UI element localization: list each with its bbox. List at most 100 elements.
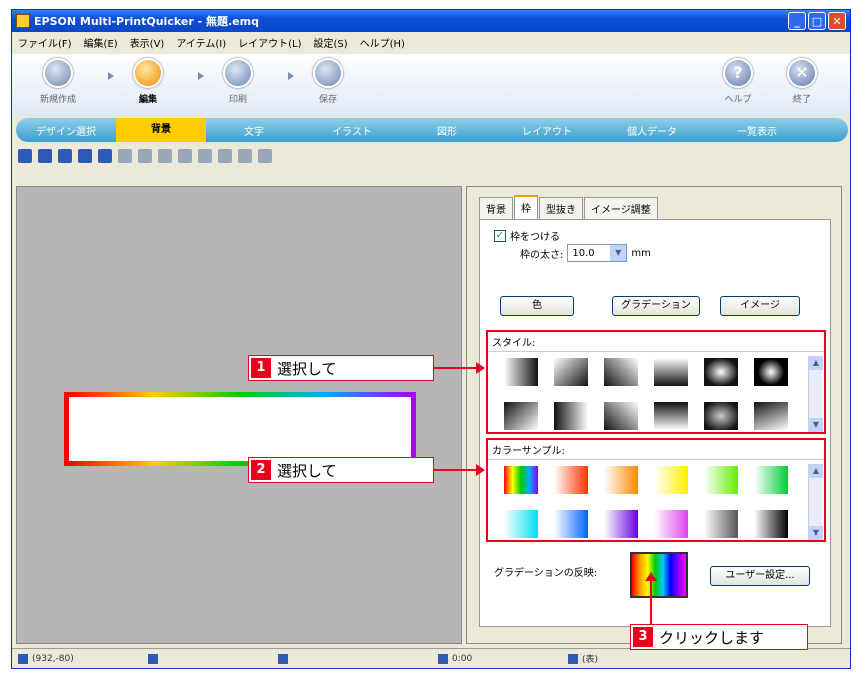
user-settings-button[interactable]: ユーザー設定... <box>710 566 810 586</box>
edit-label: 編集 <box>138 95 157 105</box>
color-swatch[interactable] <box>754 466 788 494</box>
tab-background[interactable]: 背景 <box>116 118 206 142</box>
status-pos-value: (932,-80) <box>32 653 74 664</box>
tab-design[interactable]: デザイン選択 <box>16 123 116 138</box>
menu-item[interactable]: アイテム(I) <box>176 35 226 50</box>
angle-icon <box>278 653 288 664</box>
color-swatch[interactable] <box>654 510 688 538</box>
menu-view[interactable]: 表示(V) <box>130 35 165 50</box>
save-icon <box>313 58 343 88</box>
tab-list[interactable]: 一覧表示 <box>702 123 812 138</box>
thickness-value: 10.0 <box>572 247 595 259</box>
callout-1-number: 1 <box>251 358 271 378</box>
color-swatch[interactable] <box>604 466 638 494</box>
scroll-up-icon[interactable]: ▲ <box>809 464 823 478</box>
color-swatch[interactable] <box>504 510 538 538</box>
step-arrow-icon <box>288 72 294 80</box>
close-button[interactable]: ✕ <box>828 12 846 30</box>
front-icon[interactable] <box>138 149 152 163</box>
panel-body: ✓ 枠をつける 枠の太さ: 10.0 ▼ mm 色 グラデーション イメージ ス… <box>479 219 831 627</box>
maximize-button[interactable]: □ <box>808 12 826 30</box>
label-preview[interactable] <box>64 392 416 466</box>
print-button[interactable]: 印刷 <box>212 58 264 105</box>
new-button[interactable]: 新規作成 <box>32 58 84 105</box>
scroll-down-icon[interactable]: ▼ <box>809 526 823 540</box>
color-swatch[interactable] <box>704 466 738 494</box>
menu-file[interactable]: ファイル(F) <box>18 35 72 50</box>
menu-help[interactable]: ヘルプ(H) <box>360 35 405 50</box>
minimize-button[interactable]: _ <box>788 12 806 30</box>
menu-edit[interactable]: 編集(E) <box>84 35 118 50</box>
style-swatch[interactable] <box>554 402 588 430</box>
backward-icon[interactable] <box>198 149 212 163</box>
lock-icon[interactable] <box>258 149 272 163</box>
tab-shape[interactable]: 図形 <box>402 123 492 138</box>
style-swatch[interactable] <box>704 358 738 386</box>
style-swatch[interactable] <box>754 358 788 386</box>
style-swatch[interactable] <box>504 402 538 430</box>
gradation-button[interactable]: グラデーション <box>612 296 700 316</box>
exit-button[interactable]: ✕ 終了 <box>776 58 828 105</box>
style-scrollbar[interactable]: ▲ ▼ <box>808 356 823 432</box>
color-swatch[interactable] <box>754 510 788 538</box>
app-icon <box>16 14 30 28</box>
zoom-out-icon[interactable] <box>98 149 112 163</box>
step-arrow-icon <box>108 72 114 80</box>
status-side: (表) <box>562 652 682 665</box>
callout-2-text: 選択して <box>277 461 337 480</box>
color-swatch[interactable] <box>604 510 638 538</box>
style-swatch[interactable] <box>504 358 538 386</box>
scroll-up-icon[interactable]: ▲ <box>809 356 823 370</box>
style-swatch[interactable] <box>554 358 588 386</box>
status-mode-value: (表) <box>582 655 599 665</box>
style-swatch[interactable] <box>704 402 738 430</box>
help-button[interactable]: ? ヘルプ <box>712 58 764 105</box>
menu-settings[interactable]: 設定(S) <box>313 35 347 50</box>
edit-button[interactable]: 編集 <box>122 58 174 105</box>
tab-personal[interactable]: 個人データ <box>602 123 702 138</box>
callout-1-text: 選択して <box>277 359 337 378</box>
scroll-down-icon[interactable]: ▼ <box>809 418 823 432</box>
callout-3-number: 3 <box>633 627 653 647</box>
tab-layout[interactable]: レイアウト <box>492 123 602 138</box>
group-icon[interactable] <box>218 149 232 163</box>
style-grid <box>504 358 788 430</box>
redo-icon[interactable] <box>38 149 52 163</box>
color-swatch[interactable] <box>554 510 588 538</box>
menu-layout[interactable]: レイアウト(L) <box>238 35 301 50</box>
app-window: EPSON Multi-PrintQuicker - 無題.emq _ □ ✕ … <box>11 9 851 669</box>
zoom-in-icon[interactable] <box>78 149 92 163</box>
style-swatch[interactable] <box>654 358 688 386</box>
back-icon[interactable] <box>158 149 172 163</box>
frame-checkbox[interactable]: ✓ <box>494 229 506 242</box>
color-swatch[interactable] <box>704 510 738 538</box>
color-scrollbar[interactable]: ▲ ▼ <box>808 464 823 540</box>
color-button[interactable]: 色 <box>500 296 574 316</box>
color-swatch[interactable] <box>554 466 588 494</box>
ptab-frame[interactable]: 枠 <box>514 195 538 220</box>
window-title: EPSON Multi-PrintQuicker - 無題.emq <box>34 15 259 28</box>
tab-illust[interactable]: イラスト <box>302 123 402 138</box>
style-swatch[interactable] <box>604 402 638 430</box>
rotate-icon[interactable] <box>58 149 72 163</box>
style-swatch[interactable] <box>604 358 638 386</box>
thickness-select[interactable]: 10.0 ▼ <box>567 244 628 262</box>
exit-label: 終了 <box>792 95 811 105</box>
canvas-area[interactable] <box>16 186 462 644</box>
ungroup-icon[interactable] <box>238 149 252 163</box>
style-swatch[interactable] <box>754 402 788 430</box>
image-button[interactable]: イメージ <box>720 296 800 316</box>
forward-icon[interactable] <box>178 149 192 163</box>
undo-icon[interactable] <box>18 149 32 163</box>
help-icon: ? <box>723 58 753 88</box>
color-sample-label: カラーサンプル: <box>488 440 824 460</box>
style-swatch[interactable] <box>654 402 688 430</box>
color-swatch[interactable] <box>654 466 688 494</box>
color-swatch[interactable] <box>504 466 538 494</box>
style-group: スタイル: ▲ ▼ <box>486 330 826 434</box>
delete-icon[interactable] <box>118 149 132 163</box>
print-icon <box>223 58 253 88</box>
tab-text[interactable]: 文字 <box>206 123 302 138</box>
save-button[interactable]: 保存 <box>302 58 354 105</box>
gradation-preview[interactable] <box>630 552 688 598</box>
